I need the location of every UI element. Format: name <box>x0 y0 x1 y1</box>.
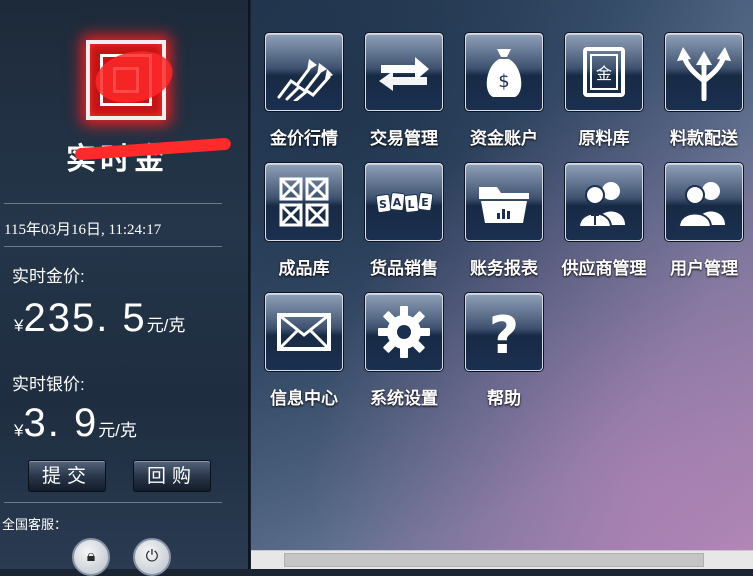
envelope-icon <box>277 313 331 351</box>
silver-price-label: 实时银价: <box>12 375 85 394</box>
left-panel: 实时金 115年03月16日, 11:24:17 实时金价: ¥235. 5元/… <box>0 0 250 576</box>
svg-text:S: S <box>379 198 387 211</box>
chart-arrows-icon <box>277 59 333 101</box>
branch-arrows-icon <box>677 47 731 101</box>
scrollbar-thumb[interactable] <box>284 553 704 567</box>
silver-price: ¥3. 9元/克 <box>14 401 137 446</box>
tile-material-delivery[interactable] <box>665 33 743 111</box>
gold-price-unit: 元/克 <box>146 316 186 335</box>
divider <box>4 203 222 204</box>
divider <box>4 502 222 503</box>
tile-system-settings[interactable] <box>365 293 443 371</box>
tile-fund-account[interactable]: $ <box>465 33 543 111</box>
submit-button[interactable]: 提交 <box>28 460 106 492</box>
tile-supplier-management-label: 供应商管理 <box>561 259 647 279</box>
tile-gold-price-label: 金价行情 <box>270 129 338 149</box>
tile-material-delivery-label: 料款配送 <box>670 129 738 149</box>
silver-price-unit: 元/克 <box>98 421 137 440</box>
lock-button[interactable]: 🔒︎ <box>72 538 110 576</box>
power-icon: ⏻ <box>145 546 159 565</box>
sale-tags-icon: SALE <box>375 192 433 213</box>
tile-fund-account-label: 资金账户 <box>470 129 538 149</box>
tile-user-management-label: 用户管理 <box>670 259 738 279</box>
tile-message-center[interactable] <box>265 293 343 371</box>
tile-gold-price[interactable] <box>265 33 343 111</box>
gear-icon <box>378 306 430 358</box>
svg-text:A: A <box>393 196 402 209</box>
divider <box>4 246 222 247</box>
tile-system-settings-label: 系统设置 <box>370 389 438 409</box>
tile-help[interactable]: ? <box>465 293 543 371</box>
tile-message-center-label: 信息中心 <box>270 389 338 409</box>
lock-icon: 🔒︎ <box>86 546 96 565</box>
tile-raw-materials[interactable]: 金 <box>565 33 643 111</box>
folder-report-icon <box>479 187 529 223</box>
buyback-button[interactable]: 回购 <box>133 460 211 492</box>
silver-price-value: 3. 9 <box>23 401 99 445</box>
svg-text:L: L <box>407 198 414 211</box>
gold-price-value: 235. 5 <box>23 296 147 340</box>
exchange-arrows-icon <box>379 57 429 91</box>
svg-text:E: E <box>421 196 429 209</box>
users-icon <box>677 182 725 228</box>
gold-price: ¥235. 5元/克 <box>14 296 185 341</box>
power-button[interactable]: ⏻ <box>133 538 171 576</box>
money-bag-icon: $ <box>486 49 522 97</box>
gold-safe-icon: 金 <box>583 47 625 97</box>
supplier-users-icon <box>577 182 625 228</box>
service-hotline-label: 全国客服： <box>2 517 68 532</box>
tile-supplier-management[interactable] <box>565 163 643 241</box>
tile-finished-goods[interactable] <box>265 163 343 241</box>
svg-text:?: ? <box>489 306 519 361</box>
tile-financial-reports[interactable] <box>465 163 543 241</box>
tile-trade-management-label: 交易管理 <box>370 129 438 149</box>
tile-sales-label: 货品销售 <box>370 259 438 279</box>
main-dashboard: 金价行情 交易管理 $ 资金账户 金 原料库 料款配送 成品库 S A L E … <box>251 0 753 550</box>
svg-text:$: $ <box>498 71 509 92</box>
tile-user-management[interactable] <box>665 163 743 241</box>
tile-help-label: 帮助 <box>487 389 521 409</box>
tile-sales[interactable]: SALE <box>365 163 443 241</box>
tile-financial-reports-label: 账务报表 <box>470 259 538 279</box>
tile-raw-materials-label: 原料库 <box>578 129 630 149</box>
gold-price-label: 实时金价: <box>12 267 85 286</box>
svg-text:金: 金 <box>596 64 612 83</box>
help-icon: ? <box>489 306 519 361</box>
horizontal-scrollbar[interactable] <box>251 550 753 569</box>
current-datetime: 115年03月16日, 11:24:17 <box>4 222 162 238</box>
tile-finished-goods-label: 成品库 <box>278 259 330 279</box>
crates-icon <box>279 177 329 227</box>
tile-trade-management[interactable] <box>365 33 443 111</box>
